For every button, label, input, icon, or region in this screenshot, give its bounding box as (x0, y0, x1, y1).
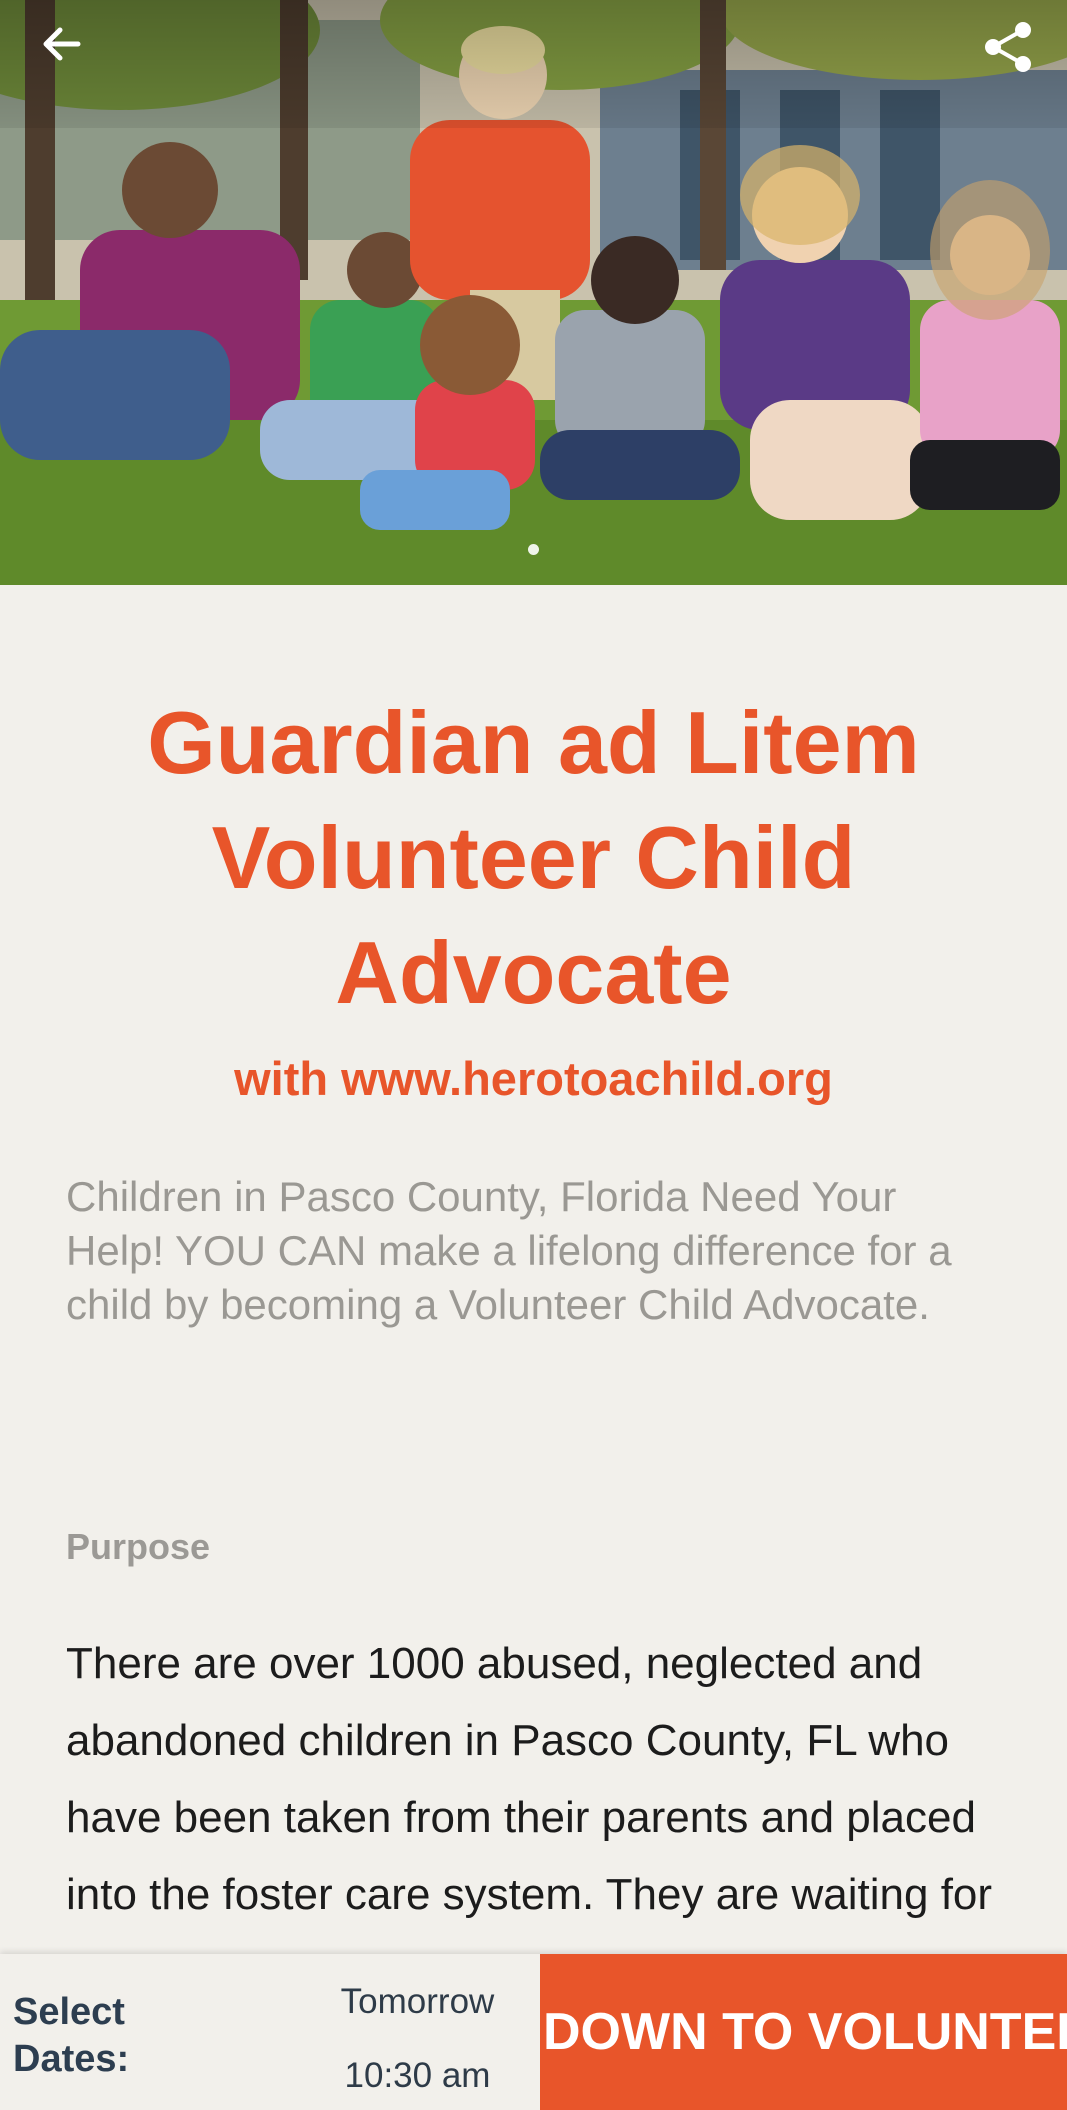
purpose-text: There are over 1000 abused, neglected an… (66, 1639, 993, 1996)
organization-link[interactable]: with www.herotoachild.org (60, 1050, 1007, 1108)
selected-time[interactable]: 10:30 am (300, 2054, 535, 2098)
back-button[interactable] (38, 20, 110, 92)
opportunity-summary: Children in Pasco County, Florida Need Y… (66, 1173, 952, 1328)
volunteer-button[interactable]: DOWN TO VOLUNTEER (540, 1954, 1067, 2110)
select-dates-label: Select Dates: (13, 1991, 130, 2080)
carousel-dot[interactable] (528, 544, 539, 555)
hero-image (0, 0, 1067, 585)
purpose-heading: Purpose (66, 1526, 211, 1567)
carousel-indicator (0, 544, 1067, 555)
booking-bar: Select Dates: Tomorrow 10:30 am DOWN TO … (0, 1954, 1067, 2110)
selected-date[interactable]: Tomorrow (300, 1980, 535, 2024)
top-app-bar (0, 0, 1067, 128)
page-title: Guardian ad Litem Volunteer Child Advoca… (147, 693, 920, 1022)
share-button[interactable] (981, 20, 1053, 92)
